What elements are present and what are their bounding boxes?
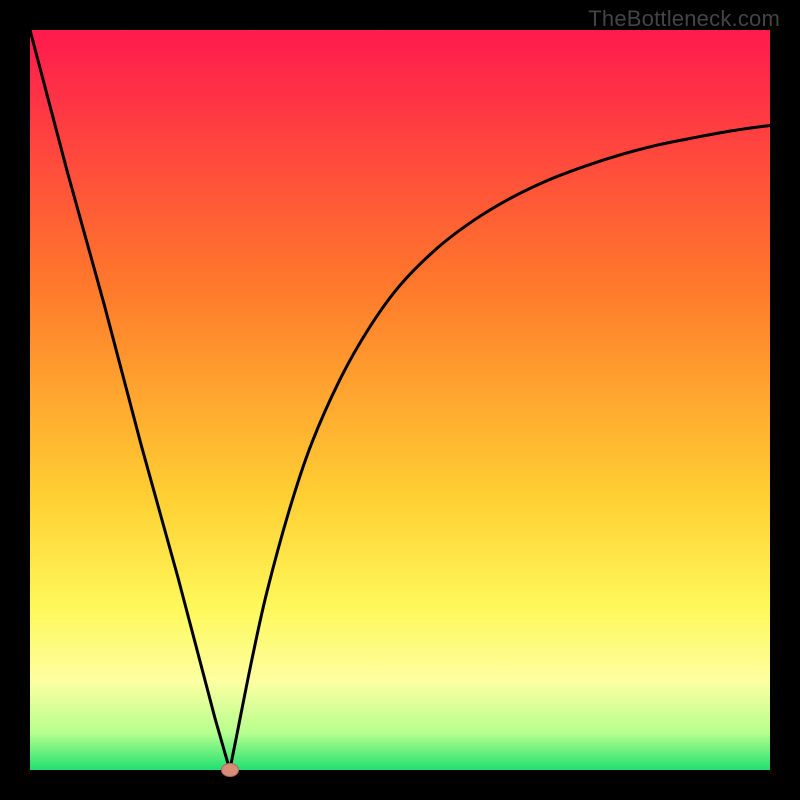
curve-left-branch [30,30,230,770]
curve-layer [30,30,770,770]
watermark-text: TheBottleneck.com [588,6,780,32]
curve-right-branch [230,125,770,770]
plot-area [30,30,770,770]
minimum-marker [221,763,239,777]
chart-frame: TheBottleneck.com [0,0,800,800]
